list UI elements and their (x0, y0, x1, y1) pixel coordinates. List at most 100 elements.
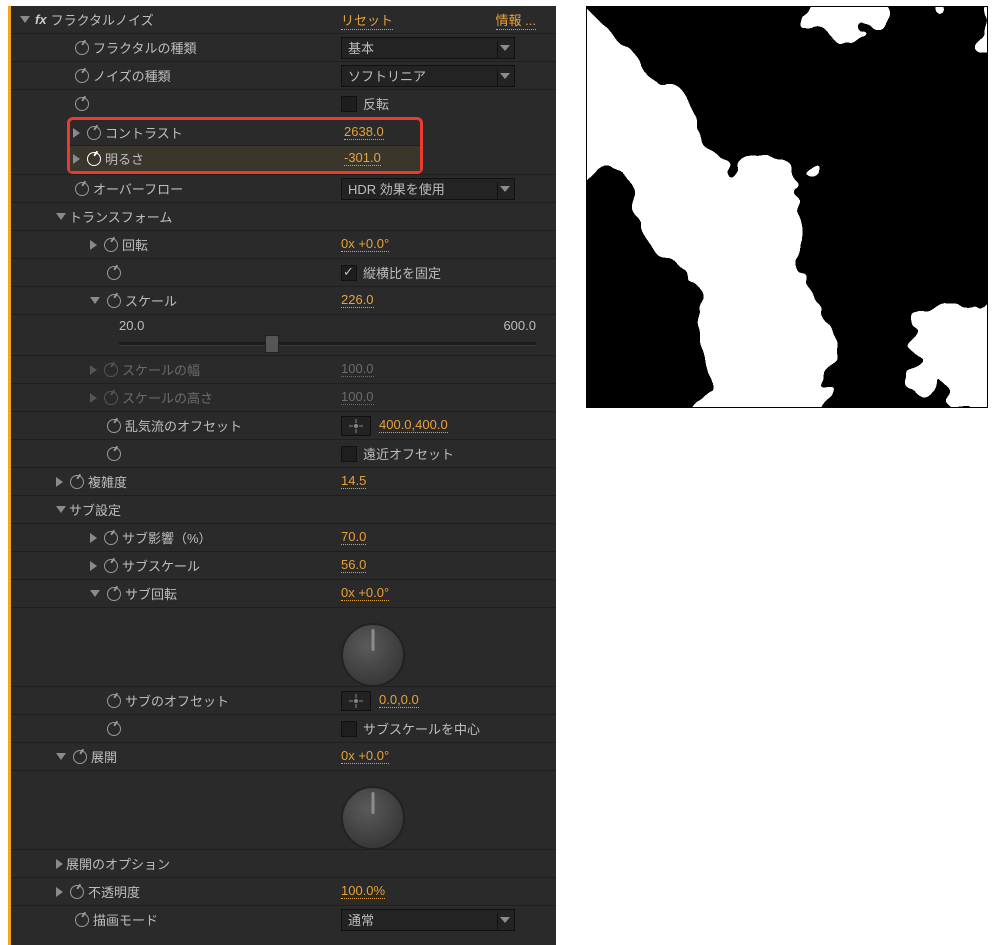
dropdown-overflow-value: HDR 効果を使用 (348, 179, 445, 198)
dropdown-noise-type[interactable]: ソフトリニア (341, 65, 515, 87)
value-complexity[interactable]: 14.5 (341, 474, 366, 489)
stopwatch-icon[interactable] (107, 294, 121, 308)
expand-icon[interactable] (73, 154, 80, 164)
label-turb-offset: 乱気流のオフセット (125, 416, 242, 435)
expand-icon (90, 365, 97, 375)
chevron-down-icon (500, 45, 510, 51)
point-picker-icon[interactable] (341, 691, 371, 711)
expand-icon[interactable] (73, 128, 80, 138)
value-sub-offset[interactable]: 0.0,0.0 (379, 693, 419, 708)
stopwatch-icon[interactable] (107, 694, 121, 708)
stopwatch-icon[interactable] (107, 722, 121, 736)
stopwatch-icon[interactable] (104, 559, 118, 573)
label-overflow: オーバーフロー (93, 179, 183, 198)
evolution-knob[interactable] (341, 786, 405, 850)
expand-icon (90, 393, 97, 403)
stopwatch-icon[interactable] (75, 41, 89, 55)
expand-sub[interactable] (56, 506, 66, 513)
value-sub-influence[interactable]: 70.0 (341, 530, 366, 545)
stopwatch-icon[interactable] (87, 152, 101, 166)
label-scale-width: スケールの幅 (122, 360, 200, 379)
dropdown-fractal-type[interactable]: 基本 (341, 37, 515, 59)
value-brightness[interactable]: -301.0 (344, 151, 381, 166)
label-evolution: 展開 (91, 747, 117, 766)
value-opacity[interactable]: 100.0% (341, 884, 385, 899)
checkbox-persp-offset[interactable] (341, 446, 357, 462)
stopwatch-icon[interactable] (75, 182, 89, 196)
info-link[interactable]: 情報 ... (496, 10, 536, 30)
stopwatch-icon[interactable] (75, 913, 89, 927)
label-invert: 反転 (363, 94, 389, 113)
scale-slider-max: 600.0 (503, 318, 536, 333)
stopwatch-icon[interactable] (75, 97, 89, 111)
expand-icon[interactable] (90, 240, 97, 250)
value-rotation[interactable]: 0x +0.0° (341, 237, 389, 252)
expand-scale[interactable] (90, 297, 100, 304)
effect-name: フラクタルノイズ (51, 10, 154, 29)
label-fractal-type: フラクタルの種類 (93, 38, 196, 57)
expand-sub-rot[interactable] (90, 590, 100, 597)
chevron-down-icon (500, 73, 510, 79)
stopwatch-icon (104, 363, 118, 377)
label-opacity: 不透明度 (88, 882, 140, 901)
value-scale-height: 100.0 (341, 390, 374, 405)
label-sub: サブ設定 (69, 500, 121, 519)
value-evolution[interactable]: 0x +0.0° (341, 749, 389, 764)
label-contrast: コントラスト (105, 123, 183, 142)
expand-icon[interactable] (56, 859, 63, 869)
stopwatch-icon[interactable] (104, 238, 118, 252)
stopwatch-icon[interactable] (107, 419, 121, 433)
checkbox-sub-center[interactable] (341, 721, 357, 737)
dropdown-blend-mode[interactable]: 通常 (341, 909, 515, 931)
reset-link[interactable]: リセット (341, 10, 393, 30)
expand-icon[interactable] (90, 561, 97, 571)
stopwatch-icon[interactable] (73, 750, 87, 764)
value-sub-scale[interactable]: 56.0 (341, 558, 366, 573)
stopwatch-icon[interactable] (75, 69, 89, 83)
expand-evolution[interactable] (56, 753, 66, 760)
checkbox-uniform-scale[interactable] (341, 265, 357, 281)
stopwatch-icon[interactable] (107, 266, 121, 280)
label-noise-type: ノイズの種類 (93, 66, 171, 85)
label-blend-mode: 描画モード (93, 910, 158, 929)
stopwatch-icon[interactable] (107, 447, 121, 461)
label-sub-influence: サブ影響（%） (122, 528, 212, 547)
label-transform: トランスフォーム (69, 207, 172, 226)
expand-icon[interactable] (56, 477, 63, 487)
value-turb-offset[interactable]: 400.0,400.0 (379, 418, 448, 433)
label-scale: スケール (125, 291, 177, 310)
dropdown-overflow[interactable]: HDR 効果を使用 (341, 178, 515, 200)
checkbox-invert[interactable] (341, 96, 357, 112)
label-rotation: 回転 (122, 235, 148, 254)
value-sub-rotation[interactable]: 0x +0.0° (341, 586, 389, 601)
stopwatch-icon[interactable] (70, 475, 84, 489)
value-contrast[interactable]: 2638.0 (344, 125, 384, 140)
label-sub-center: サブスケールを中心 (363, 719, 480, 738)
chevron-down-icon (500, 917, 510, 923)
scale-slider[interactable] (119, 334, 536, 352)
stopwatch-icon[interactable] (87, 126, 101, 140)
stopwatch-icon[interactable] (104, 531, 118, 545)
value-scale[interactable]: 226.0 (341, 293, 374, 308)
fx-icon: fx (35, 12, 47, 27)
sub-rotation-knob[interactable] (341, 623, 405, 687)
expand-transform[interactable] (56, 213, 66, 220)
value-scale-width: 100.0 (341, 362, 374, 377)
label-sub-scale: サブスケール (122, 556, 200, 575)
stopwatch-icon (104, 391, 118, 405)
stopwatch-icon[interactable] (107, 587, 121, 601)
dropdown-fractal-type-value: 基本 (348, 38, 374, 57)
label-scale-height: スケールの高さ (122, 388, 213, 407)
scale-slider-min: 20.0 (119, 318, 144, 333)
dropdown-blend-mode-value: 通常 (348, 910, 374, 929)
label-evo-options: 展開のオプション (66, 854, 170, 873)
point-picker-icon[interactable] (341, 416, 371, 436)
stopwatch-icon[interactable] (70, 885, 84, 899)
expand-icon[interactable] (56, 887, 63, 897)
effect-preview (586, 6, 988, 408)
expand-icon[interactable] (90, 533, 97, 543)
effect-expand-toggle[interactable] (20, 16, 30, 23)
label-uniform-scale: 縦横比を固定 (363, 263, 441, 282)
label-brightness: 明るさ (105, 149, 144, 168)
label-sub-offset: サブのオフセット (125, 691, 229, 710)
